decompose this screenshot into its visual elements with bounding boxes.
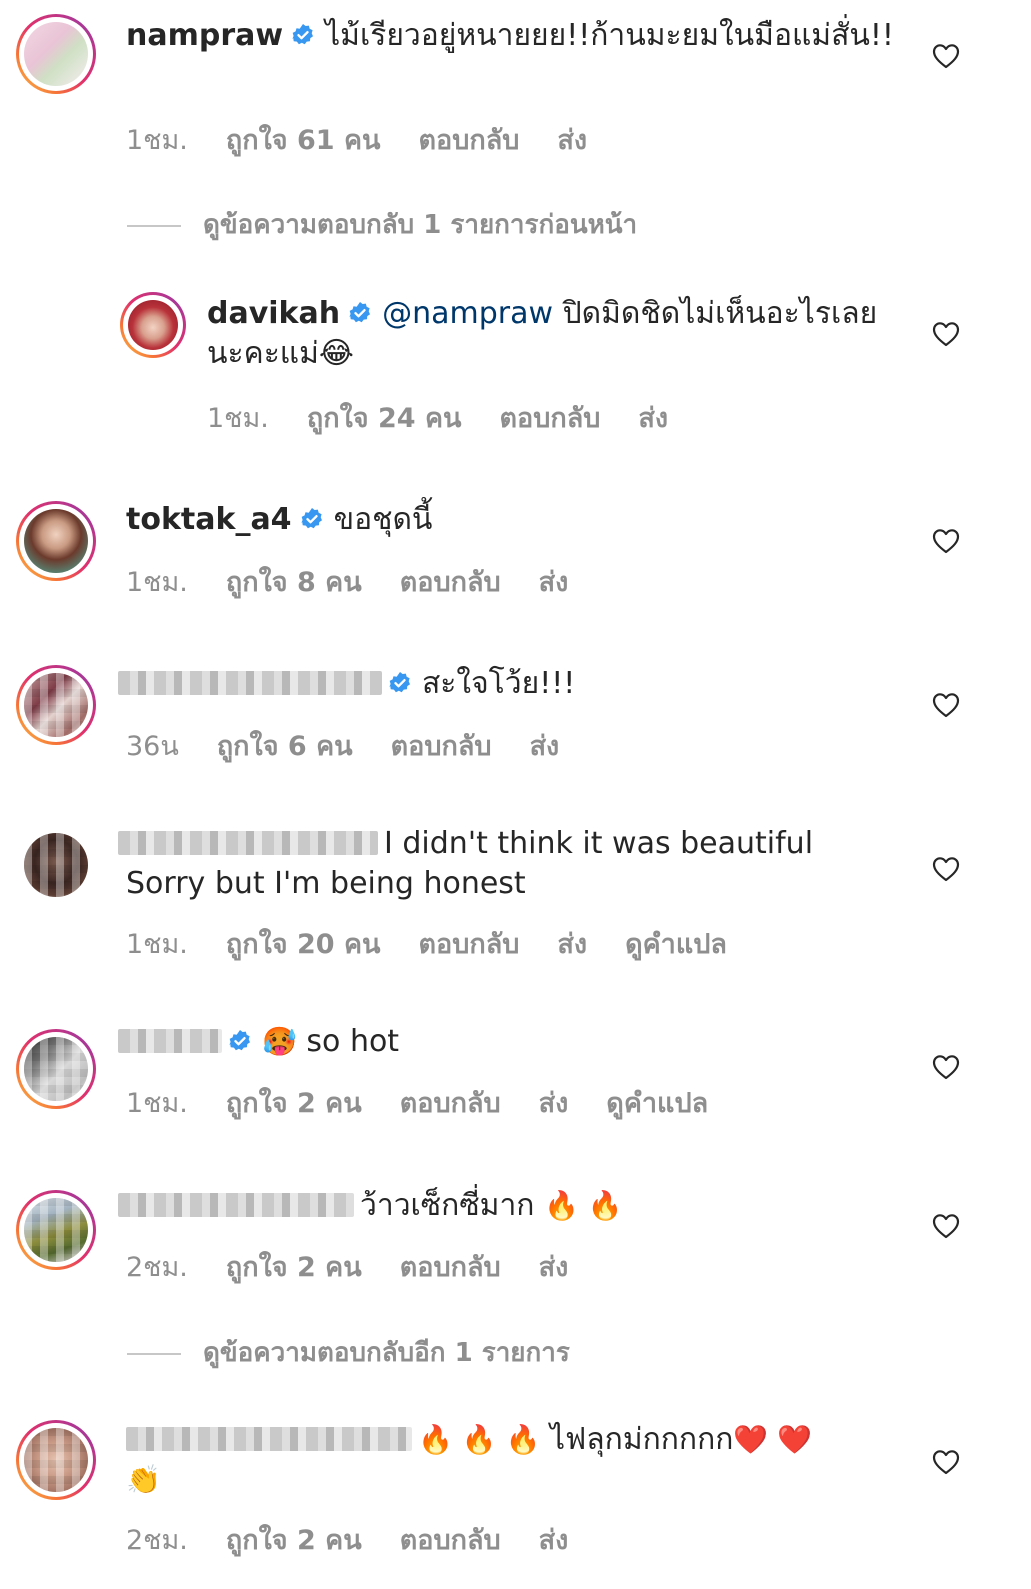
comment-meta: 2ชม. ถูกใจ 2 คน ตอบกลับ ส่ง bbox=[126, 1518, 606, 1561]
avatar[interactable] bbox=[120, 292, 186, 358]
comment-text: toktak_a4 ขอชุดนี้ bbox=[126, 500, 931, 540]
view-more-replies[interactable]: ดูข้อความตอบกลับอีก 1 รายการ bbox=[127, 1332, 570, 1373]
comment-body-line1: I didn't think it was beautiful bbox=[384, 826, 814, 861]
comment-text: I didn't think it was beautiful bbox=[118, 824, 931, 864]
timestamp: 36น bbox=[126, 731, 179, 762]
divider-line bbox=[127, 1352, 181, 1355]
like-heart-icon[interactable] bbox=[932, 528, 960, 554]
comment-body: so hot bbox=[306, 1024, 400, 1059]
reply-button[interactable]: ตอบกลับ bbox=[499, 403, 600, 434]
view-previous-replies[interactable]: ดูข้อความตอบกลับ 1 รายการก่อนหน้า bbox=[127, 204, 637, 245]
avatar[interactable] bbox=[16, 501, 96, 581]
divider-line bbox=[127, 224, 181, 227]
see-translation-button[interactable]: ดูคำแปล bbox=[625, 929, 727, 960]
avatar[interactable] bbox=[16, 1029, 96, 1109]
like-heart-icon[interactable] bbox=[932, 1449, 960, 1475]
likes-count[interactable]: ถูกใจ 24 คน bbox=[307, 403, 462, 434]
reply-button[interactable]: ตอบกลับ bbox=[418, 125, 519, 156]
comment-body-line2: Sorry but I'm being honest bbox=[126, 866, 526, 901]
like-heart-icon[interactable] bbox=[932, 692, 960, 718]
avatar[interactable] bbox=[16, 1420, 96, 1500]
comment-body: ขอชุดนี้ bbox=[333, 502, 433, 537]
timestamp: 1ชม. bbox=[126, 125, 188, 156]
blurred-username[interactable] bbox=[118, 671, 382, 695]
verified-icon bbox=[388, 671, 412, 695]
fire-emoji-icon: 🔥 🔥 🔥 bbox=[418, 1423, 541, 1456]
reply-button[interactable]: ตอบกลับ bbox=[418, 929, 519, 960]
likes-count[interactable]: ถูกใจ 2 คน bbox=[226, 1525, 362, 1556]
blurred-username[interactable] bbox=[118, 1193, 354, 1217]
timestamp: 2ชม. bbox=[126, 1525, 188, 1556]
timestamp: 1ชม. bbox=[126, 1088, 188, 1119]
comment-meta: 1ชม. ถูกใจ 61 คน ตอบกลับ ส่ง bbox=[126, 118, 625, 161]
timestamp: 1ชม. bbox=[126, 567, 188, 598]
comment-body: สะใจโว้ย!!! bbox=[422, 666, 576, 701]
username[interactable]: nampraw bbox=[126, 18, 283, 53]
like-heart-icon[interactable] bbox=[932, 856, 960, 882]
clapping-hands-emoji-icon: 👏 bbox=[126, 1463, 161, 1496]
view-more-label[interactable]: ดูข้อความตอบกลับอีก 1 รายการ bbox=[203, 1338, 570, 1368]
comment-meta: 1ชม. ถูกใจ 8 คน ตอบกลับ ส่ง bbox=[126, 560, 606, 603]
comment-meta: 36น ถูกใจ 6 คน ตอบกลับ ส่ง bbox=[126, 724, 597, 767]
avatar[interactable] bbox=[16, 14, 96, 94]
likes-count[interactable]: ถูกใจ 6 คน bbox=[217, 731, 353, 762]
send-button[interactable]: ส่ง bbox=[557, 929, 587, 960]
comment-text: 🔥 🔥 🔥 ไฟลุกม่กกกกก❤️ ❤️ bbox=[126, 1420, 891, 1460]
mention-link[interactable]: @nampraw bbox=[382, 296, 553, 331]
reply-button[interactable]: ตอบกลับ bbox=[400, 1525, 501, 1556]
username[interactable]: davikah bbox=[207, 296, 340, 331]
timestamp: 2ชม. bbox=[126, 1252, 188, 1283]
likes-count[interactable]: ถูกใจ 61 คน bbox=[226, 125, 381, 156]
blurred-username[interactable] bbox=[118, 831, 378, 855]
comment-meta: 2ชม. ถูกใจ 2 คน ตอบกลับ ส่ง bbox=[126, 1245, 606, 1288]
comment-text: ว้าวเซ็กซี่มาก 🔥 🔥 bbox=[118, 1186, 931, 1226]
comment-body: ไฟลุกม่กกกกก bbox=[549, 1422, 734, 1457]
blurred-username[interactable] bbox=[118, 1029, 222, 1053]
view-previous-label[interactable]: ดูข้อความตอบกลับ 1 รายการก่อนหน้า bbox=[203, 210, 637, 240]
verified-icon bbox=[300, 507, 324, 531]
comment-text: nampraw ไม้เรียวอยู่หนายยย!!ก้านมะยมในมือ… bbox=[126, 16, 931, 56]
likes-count[interactable]: ถูกใจ 20 คน bbox=[226, 929, 381, 960]
send-button[interactable]: ส่ง bbox=[638, 403, 668, 434]
likes-count[interactable]: ถูกใจ 2 คน bbox=[226, 1252, 362, 1283]
timestamp: 1ชม. bbox=[207, 403, 269, 434]
comment-text: 🥵 so hot bbox=[118, 1022, 931, 1062]
like-heart-icon[interactable] bbox=[932, 43, 960, 69]
reply-button[interactable]: ตอบกลับ bbox=[400, 1252, 501, 1283]
send-button[interactable]: ส่ง bbox=[557, 125, 587, 156]
see-translation-button[interactable]: ดูคำแปล bbox=[606, 1088, 708, 1119]
comment-text: davikah @nampraw ปิดมิดชิดไม่เห็นอะไรเลยน… bbox=[207, 294, 891, 374]
like-heart-icon[interactable] bbox=[932, 321, 960, 347]
hot-face-emoji-icon: 🥵 bbox=[262, 1025, 297, 1058]
red-heart-emoji-icon: ❤️ ❤️ bbox=[733, 1423, 813, 1456]
timestamp: 1ชม. bbox=[126, 929, 188, 960]
verified-icon bbox=[348, 301, 372, 325]
like-heart-icon[interactable] bbox=[932, 1054, 960, 1080]
reply-button[interactable]: ตอบกลับ bbox=[391, 731, 492, 762]
likes-count[interactable]: ถูกใจ 8 คน bbox=[226, 567, 362, 598]
send-button[interactable]: ส่ง bbox=[530, 731, 560, 762]
verified-icon bbox=[291, 23, 315, 47]
verified-icon bbox=[228, 1029, 252, 1053]
comment-body: ไม้เรียวอยู่หนายยย!!ก้านมะยมในมือแม่สั่น… bbox=[325, 18, 894, 53]
comment-body: ว้าวเซ็กซี่มาก bbox=[360, 1188, 535, 1223]
comment-meta: 1ชม. ถูกใจ 20 คน ตอบกลับ ส่ง ดูคำแปล bbox=[126, 922, 765, 965]
send-button[interactable]: ส่ง bbox=[539, 1088, 569, 1119]
comment-meta: 1ชม. ถูกใจ 2 คน ตอบกลับ ส่ง ดูคำแปล bbox=[126, 1081, 746, 1124]
comment-meta: 1ชม. ถูกใจ 24 คน ตอบกลับ ส่ง bbox=[207, 396, 706, 439]
send-button[interactable]: ส่ง bbox=[539, 1525, 569, 1556]
blurred-username[interactable] bbox=[126, 1427, 412, 1451]
reply-button[interactable]: ตอบกลับ bbox=[400, 1088, 501, 1119]
likes-count[interactable]: ถูกใจ 2 คน bbox=[226, 1088, 362, 1119]
username[interactable]: toktak_a4 bbox=[126, 502, 292, 537]
avatar[interactable] bbox=[16, 1190, 96, 1270]
like-heart-icon[interactable] bbox=[932, 1213, 960, 1239]
reply-button[interactable]: ตอบกลับ bbox=[400, 567, 501, 598]
send-button[interactable]: ส่ง bbox=[539, 1252, 569, 1283]
avatar[interactable] bbox=[16, 825, 96, 905]
send-button[interactable]: ส่ง bbox=[539, 567, 569, 598]
fire-emoji-icon: 🔥 🔥 bbox=[544, 1189, 623, 1222]
avatar[interactable] bbox=[16, 665, 96, 745]
comment-text: สะใจโว้ย!!! bbox=[118, 664, 931, 704]
